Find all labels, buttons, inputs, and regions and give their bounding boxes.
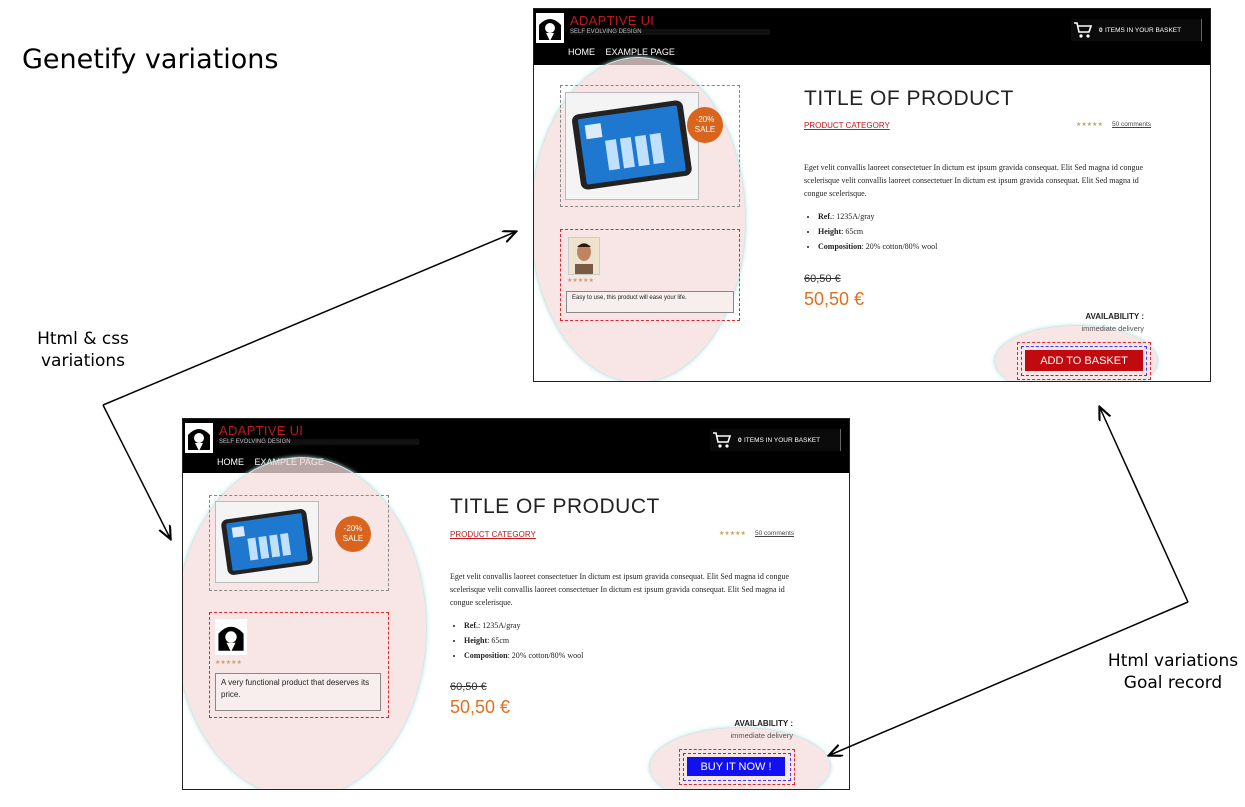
- arrow-to-variant-b: [102, 404, 170, 538]
- arrow-to-goal-b: [830, 601, 1189, 755]
- arrow-to-goal-a: [1100, 408, 1189, 603]
- connector-arrows: [102, 0, 1189, 807]
- arrow-to-variant-a: [102, 232, 515, 406]
